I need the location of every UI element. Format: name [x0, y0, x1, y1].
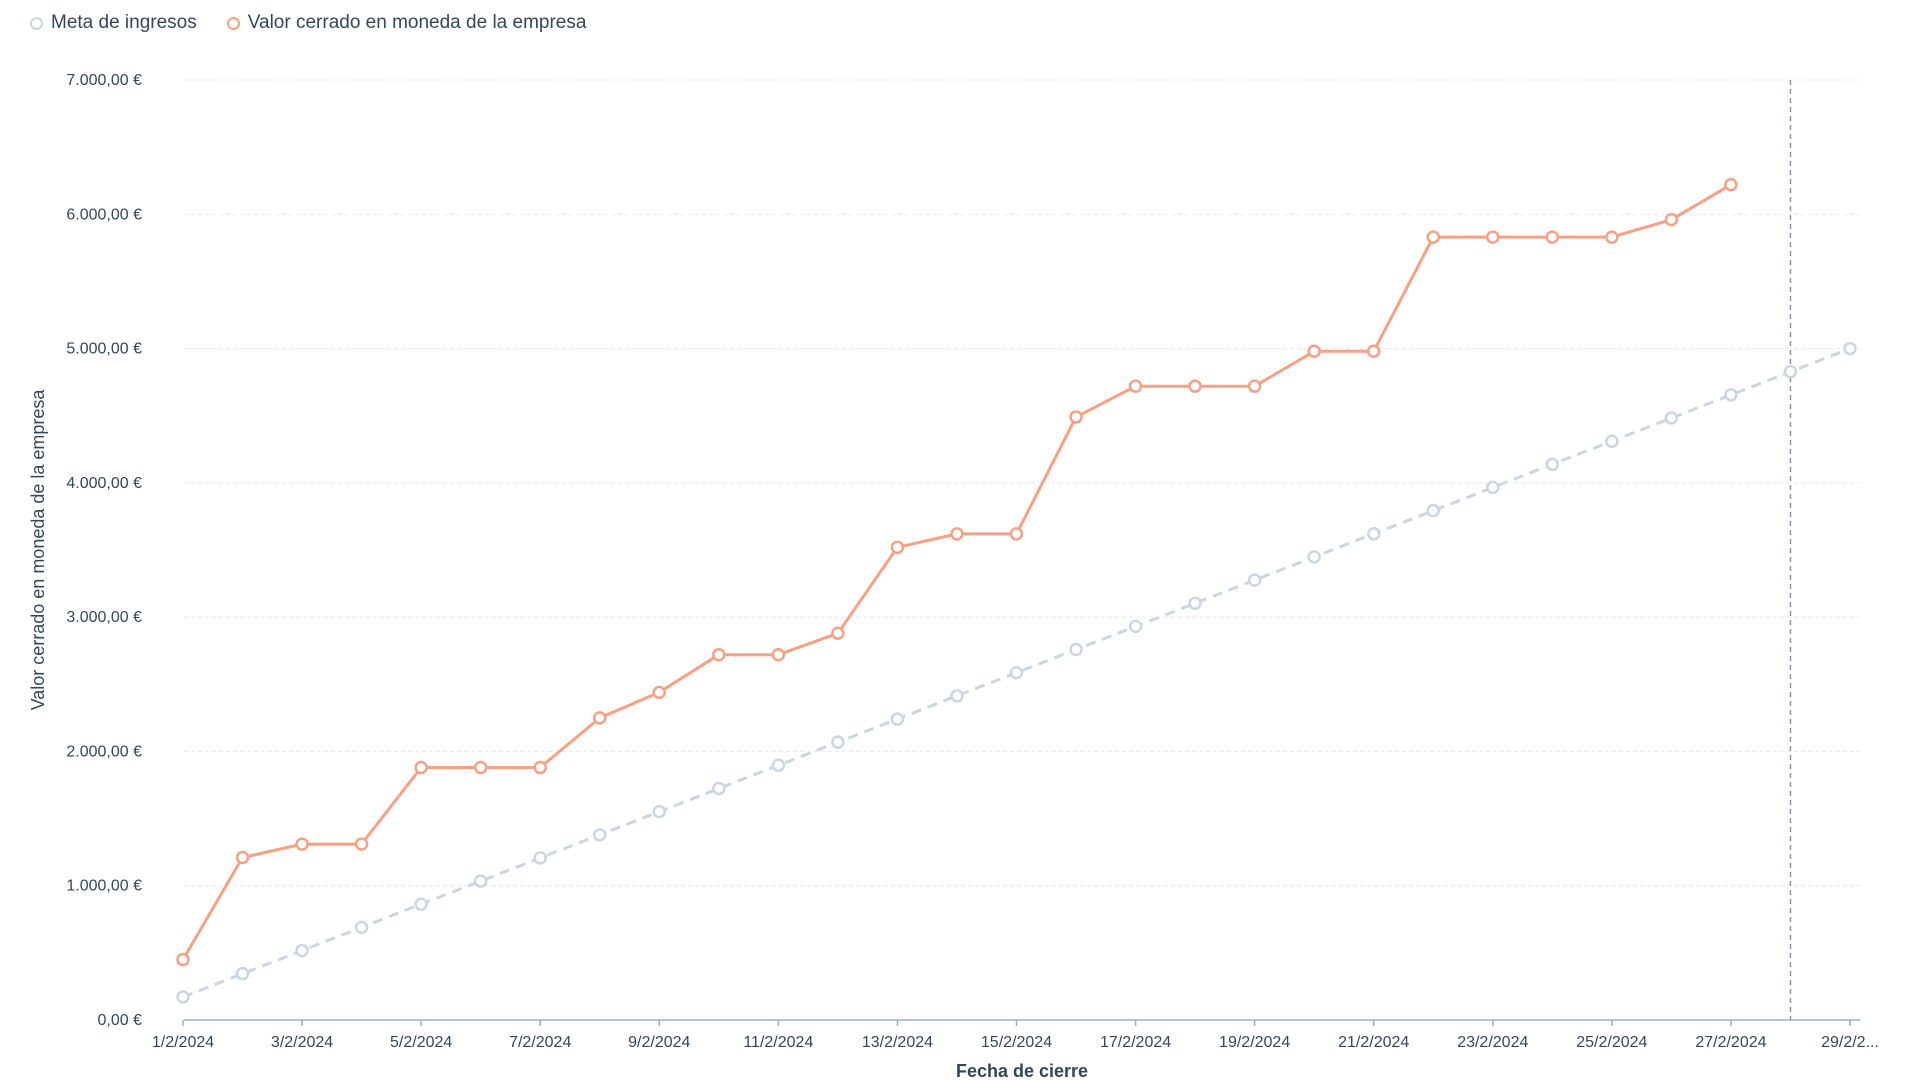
- data-point[interactable]: [1605, 230, 1619, 244]
- data-point[interactable]: [1247, 379, 1262, 393]
- data-point[interactable]: [1188, 596, 1202, 611]
- data-point[interactable]: [1545, 230, 1560, 244]
- chart-container: Meta de ingresos Valor cerrado en moneda…: [0, 0, 1920, 1080]
- x-tick-label: 23/2/2024: [1457, 1034, 1528, 1051]
- x-tick-label: 9/2/2024: [628, 1034, 690, 1051]
- data-point[interactable]: [652, 685, 667, 700]
- data-point[interactable]: [1426, 230, 1440, 244]
- data-point[interactable]: [1366, 527, 1381, 541]
- data-point[interactable]: [712, 781, 726, 796]
- x-tick-label: 7/2/2024: [509, 1034, 571, 1051]
- y-tick-label: 1.000,00 €: [66, 878, 142, 895]
- x-tick-label: 21/2/2024: [1338, 1034, 1409, 1051]
- y-tick-label: 4.000,00 €: [66, 475, 142, 492]
- data-point[interactable]: [1724, 388, 1738, 402]
- data-point[interactable]: [1307, 550, 1321, 564]
- data-point[interactable]: [1247, 573, 1262, 587]
- data-point[interactable]: [1605, 434, 1619, 448]
- data-point[interactable]: [652, 804, 667, 819]
- data-point[interactable]: [1069, 410, 1083, 424]
- y-tick-label: 2.000,00 €: [66, 743, 142, 760]
- data-point[interactable]: [473, 874, 488, 888]
- data-point[interactable]: [1009, 527, 1024, 541]
- data-point[interactable]: [831, 626, 845, 641]
- data-point[interactable]: [1664, 411, 1679, 425]
- data-point[interactable]: [235, 850, 250, 865]
- gridlines: [184, 79, 1860, 887]
- x-tick-label: 29/2/2...: [1821, 1034, 1879, 1051]
- axes: 0,00 € 1.000,00 € 2.000,00 € 3.000,00 € 4.00…: [66, 72, 1879, 1051]
- data-point[interactable]: [176, 990, 190, 1004]
- data-point[interactable]: [950, 527, 964, 541]
- data-point[interactable]: [1426, 503, 1440, 518]
- data-point[interactable]: [414, 760, 428, 775]
- x-tick-label: 5/2/2024: [390, 1034, 452, 1051]
- data-point[interactable]: [712, 647, 726, 662]
- y-tick-label: 6.000,00 €: [66, 206, 142, 223]
- x-tick-label: 11/2/2024: [743, 1034, 813, 1051]
- x-tick-label: 17/2/2024: [1100, 1034, 1171, 1051]
- data-point[interactable]: [1366, 344, 1381, 359]
- data-point[interactable]: [295, 943, 309, 958]
- x-tick-label: 19/2/2024: [1219, 1034, 1290, 1051]
- y-tick-label: 3.000,00 €: [66, 609, 142, 626]
- data-point[interactable]: [1843, 341, 1857, 356]
- series-line-1: [181, 183, 1732, 961]
- data-point[interactable]: [1783, 364, 1798, 379]
- data-point[interactable]: [1486, 230, 1500, 244]
- data-point[interactable]: [1009, 665, 1024, 680]
- data-point[interactable]: [1724, 177, 1738, 192]
- data-point[interactable]: [831, 735, 845, 749]
- data-point[interactable]: [771, 758, 786, 773]
- data-point[interactable]: [235, 966, 250, 981]
- line-chart-plot: 0,00 € 1.000,00 € 2.000,00 € 3.000,00 € 4.00…: [28, 72, 1879, 1080]
- data-point[interactable]: [1069, 642, 1083, 657]
- data-point[interactable]: [1128, 619, 1143, 634]
- y-axis-title: Valor cerrado en moneda de la empresa: [28, 389, 48, 711]
- x-tick-label: 1/2/2024: [152, 1034, 214, 1051]
- data-point[interactable]: [593, 828, 607, 842]
- data-point[interactable]: [1486, 480, 1500, 495]
- data-point[interactable]: [414, 897, 428, 911]
- x-tick-label: 27/2/2024: [1695, 1034, 1766, 1051]
- x-tick-label: 25/2/2024: [1576, 1034, 1647, 1051]
- data-point[interactable]: [354, 837, 369, 851]
- data-point[interactable]: [950, 689, 964, 703]
- x-tick-label: 3/2/2024: [271, 1034, 333, 1051]
- data-point[interactable]: [295, 837, 309, 851]
- x-tick-label: 15/2/2024: [981, 1034, 1052, 1051]
- data-point[interactable]: [1545, 457, 1560, 472]
- data-point[interactable]: [473, 760, 488, 775]
- data-point[interactable]: [1307, 344, 1321, 359]
- data-point[interactable]: [890, 712, 905, 726]
- x-axis-title: Fecha de cierre: [956, 1061, 1088, 1080]
- series-lines: [176, 177, 1857, 1004]
- y-tick-label: 0,00 €: [98, 1012, 143, 1029]
- data-point[interactable]: [176, 952, 190, 967]
- data-point[interactable]: [1188, 379, 1202, 393]
- data-point[interactable]: [354, 920, 369, 935]
- data-point[interactable]: [533, 851, 547, 865]
- y-tick-label: 5.000,00 €: [66, 341, 142, 358]
- data-point[interactable]: [771, 647, 786, 662]
- data-point[interactable]: [533, 760, 547, 775]
- data-point[interactable]: [890, 540, 905, 555]
- data-point[interactable]: [1664, 212, 1679, 227]
- data-point[interactable]: [593, 711, 607, 725]
- data-point[interactable]: [1128, 379, 1143, 393]
- x-tick-label: 13/2/2024: [862, 1034, 933, 1051]
- y-tick-label: 7.000,00 €: [66, 72, 142, 89]
